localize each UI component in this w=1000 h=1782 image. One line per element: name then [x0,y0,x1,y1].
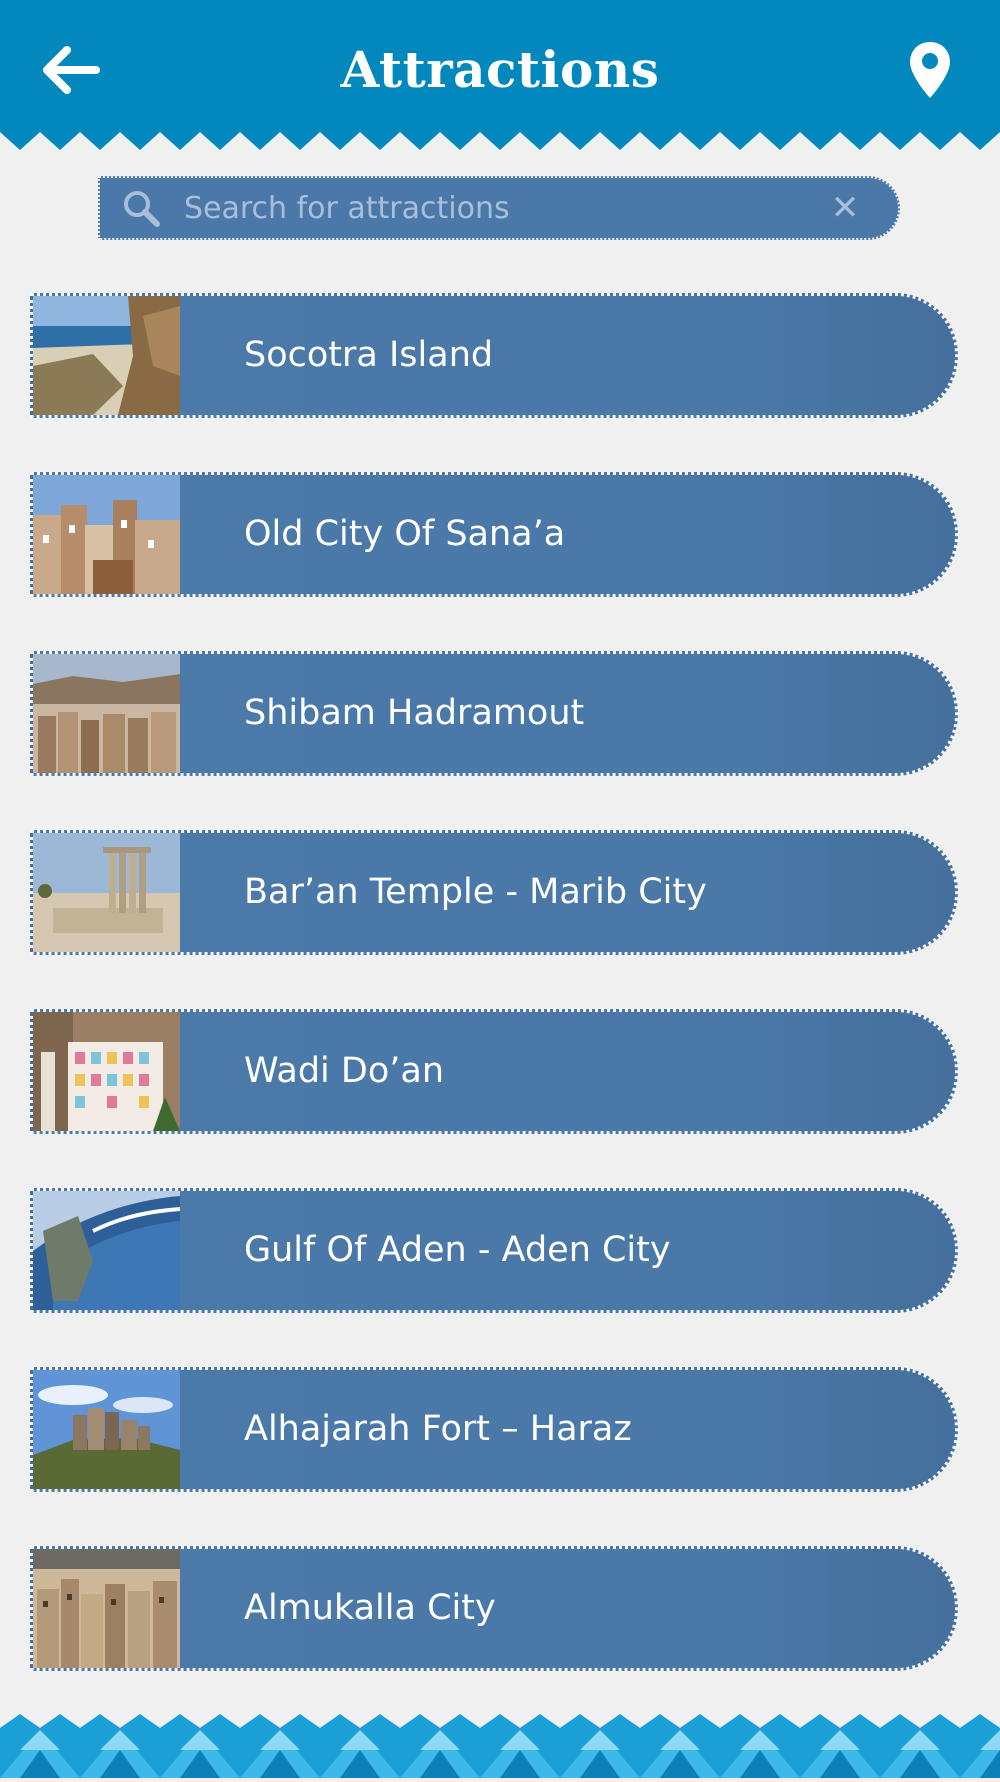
attraction-name: Gulf Of Aden - Aden City [244,1230,671,1270]
attraction-item-baran-temple[interactable]: Bar’an Temple - Marib City [30,830,958,955]
location-button[interactable] [895,30,965,110]
coastal-cliff-photo [33,296,180,415]
painted-building-photo [33,1012,180,1131]
attraction-item-socotra-island[interactable]: Socotra Island [30,293,958,418]
attraction-name: Almukalla City [244,1588,496,1628]
attraction-item-old-city-of-sanaa[interactable]: Old City Of Sana’a [30,472,958,597]
map-pin-icon [910,42,950,98]
page-title: Attractions [340,40,660,99]
attraction-name: Socotra Island [244,335,494,375]
ocean-wave-photo [33,1191,180,1310]
attraction-name: Old City Of Sana’a [244,514,566,554]
attraction-item-wadi-doan[interactable]: Wadi Do’an [30,1009,958,1134]
arrow-left-icon [43,46,100,94]
search-bar[interactable]: ✕ [98,176,900,240]
decorative-footer [0,1710,1000,1778]
app-header: Attractions [0,0,1000,152]
magnifier-icon [118,185,164,231]
hilltop-fort-photo [33,1370,180,1489]
attraction-name: Shibam Hadramout [244,693,585,733]
mudbrick-city-photo [33,654,180,773]
city-skyline-photo [33,1549,180,1668]
attraction-item-alhajarah-fort[interactable]: Alhajarah Fort – Haraz [30,1367,958,1492]
attraction-name: Bar’an Temple - Marib City [244,872,707,912]
old-city-towers-photo [33,475,180,594]
search-input[interactable] [182,177,820,239]
attraction-item-almukalla-city[interactable]: Almukalla City [30,1546,958,1671]
clear-search-button[interactable]: ✕ [820,183,870,233]
attraction-name: Wadi Do’an [244,1051,445,1091]
attraction-item-shibam-hadramout[interactable]: Shibam Hadramout [30,651,958,776]
back-button[interactable] [30,30,110,110]
attractions-list: Socotra Island Old City Of Sana’a Shibam… [30,293,958,1725]
temple-pillars-photo [33,833,180,952]
attraction-name: Alhajarah Fort – Haraz [244,1409,632,1449]
attraction-item-gulf-of-aden[interactable]: Gulf Of Aden - Aden City [30,1188,958,1313]
